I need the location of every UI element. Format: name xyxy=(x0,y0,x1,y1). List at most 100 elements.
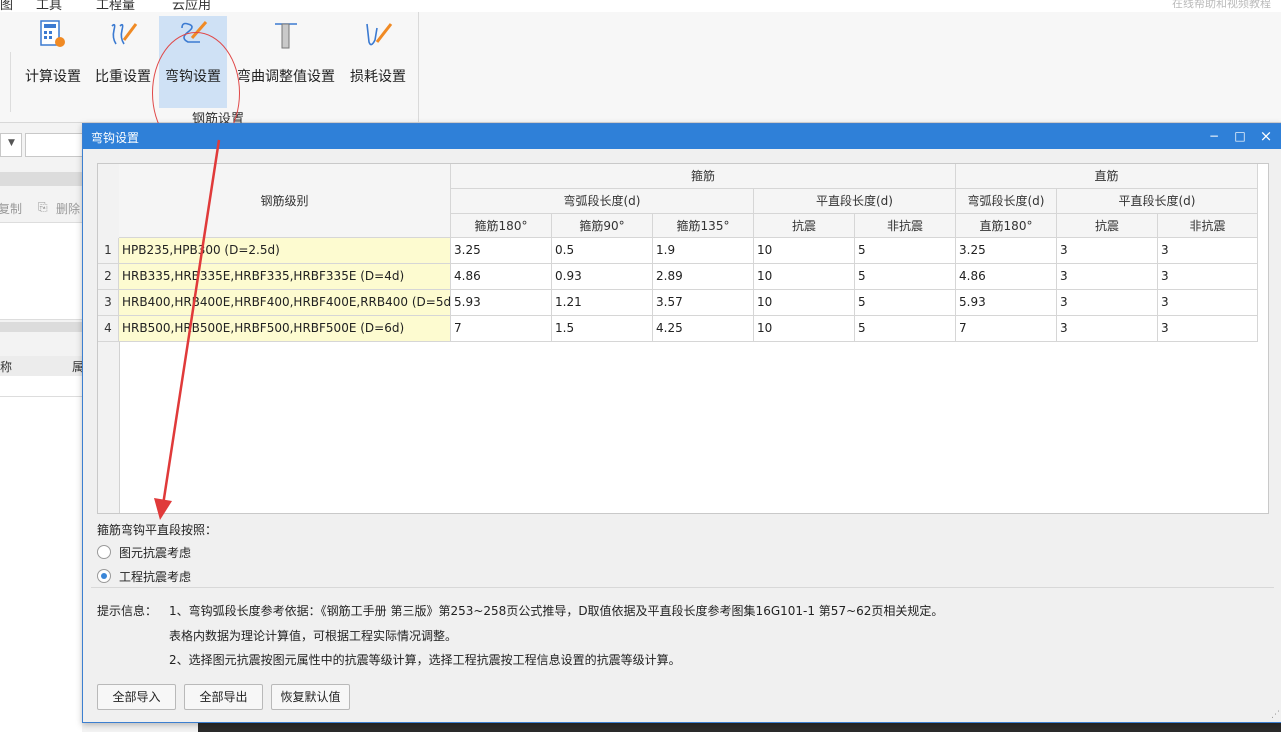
radio-label[interactable]: 工程抗震考虑 xyxy=(119,568,191,585)
left-panel-header xyxy=(0,172,82,186)
radio-button-selected[interactable] xyxy=(97,569,111,583)
bend-adjust-button[interactable]: 弯曲调整值设置 xyxy=(231,16,341,108)
left-panel-divider xyxy=(0,322,82,332)
col-header: 非抗震 xyxy=(855,214,956,238)
tips-label: 提示信息： xyxy=(97,604,158,618)
help-hint[interactable]: 在线帮助和视频教程 xyxy=(1172,0,1271,11)
value-cell[interactable]: 5.93 xyxy=(956,290,1057,316)
ribbon-separator xyxy=(418,12,419,122)
grade-cell[interactable]: HRB500,HRB500E,HRBF500,HRBF500E (D=6d) xyxy=(119,316,451,342)
value-cell[interactable]: 3 xyxy=(1158,264,1258,290)
left-props-header: 称 属 xyxy=(0,356,84,377)
tip-line: 1、弯钩弧段长度参考依据：《钢筋工手册 第三版》第253~258页公式推导，D取… xyxy=(169,604,944,618)
calc-settings-button[interactable]: 计算设置 xyxy=(20,16,86,108)
value-cell[interactable]: 5 xyxy=(855,290,956,316)
value-cell[interactable]: 1.5 xyxy=(552,316,653,342)
straight-flat-header: 平直段长度(d) xyxy=(1057,189,1258,214)
menu-item-tools[interactable]: 工具 xyxy=(36,0,62,12)
value-cell[interactable]: 0.5 xyxy=(552,238,653,264)
export-all-button[interactable]: 全部导出 xyxy=(184,684,263,710)
hook-settings-dialog: 弯钩设置 − □ × 钢筋级别 箍筋 直筋 弯弧段长度(d) 平直段长度(d) … xyxy=(82,123,1281,723)
hook-table: 钢筋级别 箍筋 直筋 弯弧段长度(d) 平直段长度(d) 弯弧段长度(d) 平直… xyxy=(97,163,1269,514)
calc-settings-label: 计算设置 xyxy=(25,69,81,85)
value-cell[interactable]: 10 xyxy=(754,264,855,290)
grade-cell[interactable]: HRB335,HRB335E,HRBF335,HRBF335E (D=4d) xyxy=(119,264,451,290)
tip-line: 表格内数据为理论计算值，可根据工程实际情况调整。 xyxy=(169,627,457,644)
value-cell[interactable]: 3 xyxy=(1057,290,1158,316)
row-number: 3 xyxy=(98,290,119,316)
ribbon-left-edge xyxy=(0,52,11,112)
value-cell[interactable]: 10 xyxy=(754,290,855,316)
radio-label[interactable]: 图元抗震考虑 xyxy=(119,544,191,561)
value-cell[interactable]: 5 xyxy=(855,316,956,342)
value-cell[interactable]: 3.25 xyxy=(451,238,552,264)
value-cell[interactable]: 5 xyxy=(855,238,956,264)
grade-cell[interactable]: HRB400,HRB400E,HRBF400,HRBF400E,RRB400 (… xyxy=(119,290,451,316)
value-cell[interactable]: 3 xyxy=(1158,238,1258,264)
weight-settings-button[interactable]: 比重设置 xyxy=(90,16,156,108)
loss-settings-icon xyxy=(366,23,393,46)
straight-arc-header: 弯弧段长度(d) xyxy=(956,189,1057,214)
col-header: 箍筋135° xyxy=(653,214,754,238)
grade-cell[interactable]: HPB235,HPB300 (D=2.5d) xyxy=(119,238,451,264)
value-cell[interactable]: 3 xyxy=(1057,264,1158,290)
value-cell[interactable]: 0.93 xyxy=(552,264,653,290)
value-cell[interactable]: 3.25 xyxy=(956,238,1057,264)
calc-settings-icon xyxy=(40,20,65,47)
minimize-button[interactable]: − xyxy=(1204,127,1224,146)
stirrup-arc-header: 弯弧段长度(d) xyxy=(451,189,754,214)
stirrup-flat-header: 平直段长度(d) xyxy=(754,189,956,214)
value-cell[interactable]: 4.25 xyxy=(653,316,754,342)
value-cell[interactable]: 1.21 xyxy=(552,290,653,316)
restore-default-button[interactable]: 恢复默认值 xyxy=(271,684,350,710)
value-cell[interactable]: 4.86 xyxy=(451,264,552,290)
left-input[interactable] xyxy=(25,133,87,157)
stirrup-header: 箍筋 xyxy=(451,164,956,189)
value-cell[interactable]: 3 xyxy=(1057,238,1158,264)
close-button[interactable]: × xyxy=(1256,127,1276,146)
tip-line: 2、选择图元抗震按图元属性中的抗震等级计算，选择工程抗震按工程信息设置的抗震等级… xyxy=(169,653,681,667)
value-cell[interactable]: 10 xyxy=(754,238,855,264)
left-col-name: 称 xyxy=(0,360,13,374)
maximize-button[interactable]: □ xyxy=(1230,127,1250,146)
value-cell[interactable]: 3 xyxy=(1158,316,1258,342)
import-all-button[interactable]: 全部导入 xyxy=(97,684,176,710)
menu-item-cloud[interactable]: 云应用 xyxy=(172,0,211,12)
loss-settings-button[interactable]: 损耗设置 xyxy=(344,16,412,108)
resize-grip-icon[interactable]: ⋰ xyxy=(1271,710,1280,720)
left-props-row[interactable] xyxy=(0,376,82,397)
left-dropdown[interactable]: ▼ xyxy=(0,133,22,157)
col-header: 箍筋90° xyxy=(552,214,653,238)
col-header: 抗震 xyxy=(1057,214,1158,238)
chevron-down-icon: ▼ xyxy=(8,138,15,148)
value-cell[interactable]: 10 xyxy=(754,316,855,342)
weight-settings-icon xyxy=(111,23,138,45)
divider xyxy=(91,587,1274,588)
grade-header: 钢筋级别 xyxy=(119,164,451,238)
value-cell[interactable]: 5 xyxy=(855,264,956,290)
delete-button[interactable]: 删除 xyxy=(56,200,80,217)
value-cell[interactable]: 3 xyxy=(1057,316,1158,342)
delete-icon[interactable]: ⎘ xyxy=(38,200,48,215)
value-cell[interactable]: 3.57 xyxy=(653,290,754,316)
row-number: 4 xyxy=(98,316,119,342)
value-cell[interactable]: 3 xyxy=(1158,290,1258,316)
tip-line-text: 表格内数据为理论计算值，可根据工程实际情况调整。 xyxy=(169,629,458,643)
value-cell[interactable]: 5.93 xyxy=(451,290,552,316)
copy-button[interactable]: 复制 xyxy=(0,200,22,217)
dialog-titlebar[interactable]: 弯钩设置 − □ × xyxy=(83,124,1281,149)
value-cell[interactable]: 7 xyxy=(451,316,552,342)
radio-button[interactable] xyxy=(97,545,111,559)
dialog-title: 弯钩设置 xyxy=(91,131,140,145)
menu-item[interactable]: 图 xyxy=(0,0,13,12)
weight-settings-label: 比重设置 xyxy=(95,69,151,85)
value-cell[interactable]: 4.86 xyxy=(956,264,1057,290)
ribbon: 计算设置 比重设置 弯钩设置 弯曲调整值设置 损耗设置 钢筋设置 xyxy=(0,12,1281,154)
value-cell[interactable]: 7 xyxy=(956,316,1057,342)
straight-header: 直筋 xyxy=(956,164,1258,189)
value-cell[interactable]: 1.9 xyxy=(653,238,754,264)
left-props-area xyxy=(0,397,82,732)
value-cell[interactable]: 2.89 xyxy=(653,264,754,290)
bend-adjust-icon xyxy=(275,23,297,49)
menu-item-quantity[interactable]: 工程量 xyxy=(96,0,135,12)
